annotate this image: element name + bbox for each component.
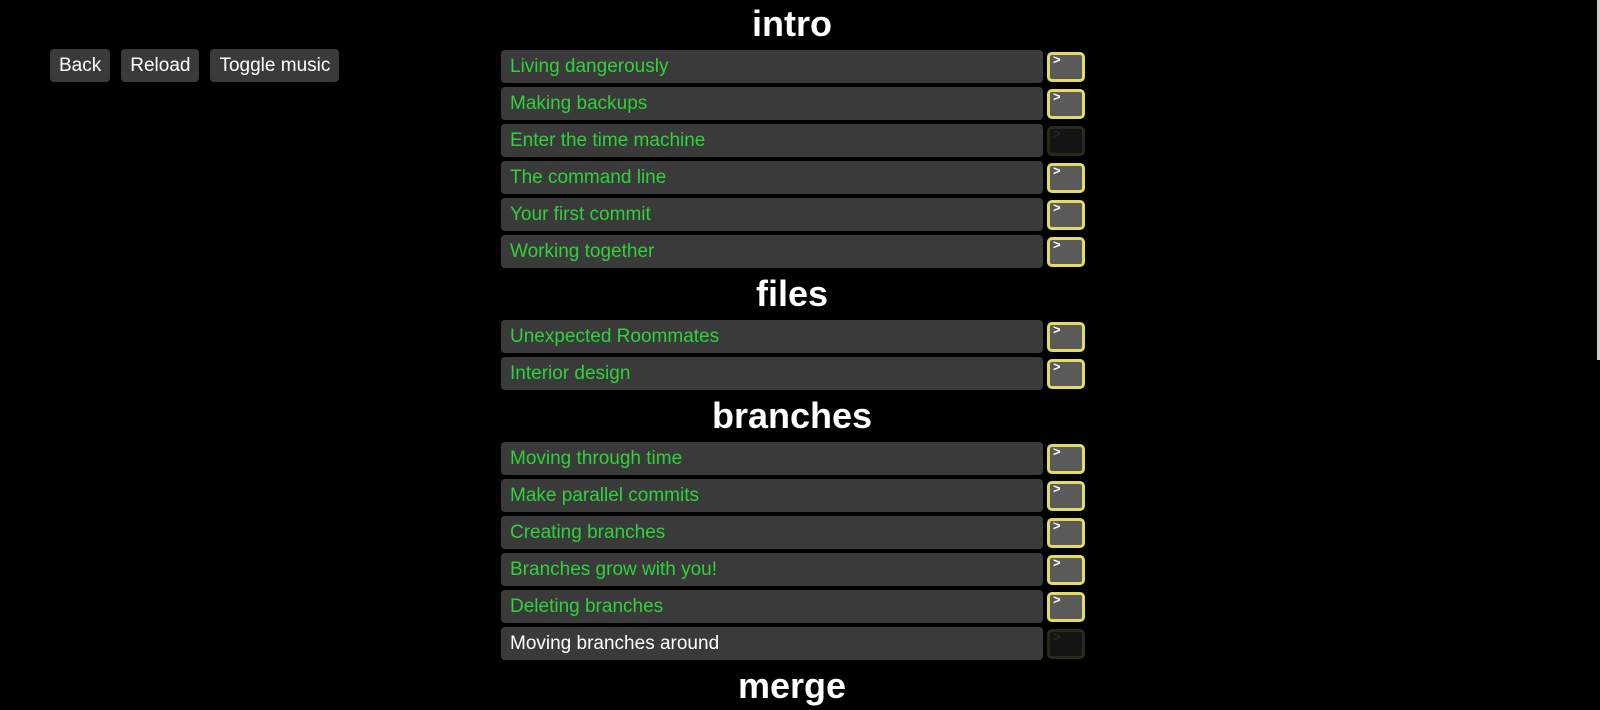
level-row: Moving branches around >: [501, 625, 1095, 662]
prompt-glyph: >: [1053, 162, 1061, 178]
level-row: Living dangerously >: [501, 48, 1095, 85]
back-button[interactable]: Back: [50, 49, 111, 82]
prompt-glyph: >: [1053, 125, 1061, 141]
level-row: Working together >: [501, 233, 1095, 270]
terminal-icon[interactable]: >: [1047, 321, 1085, 352]
level-row: Creating branches >: [501, 514, 1095, 551]
level-list: intro Living dangerously > Making backups > E…: [501, 0, 1095, 710]
level-button[interactable]: Make parallel commits: [501, 479, 1043, 512]
prompt-glyph: >: [1053, 321, 1061, 337]
level-row: Interior design >: [501, 355, 1095, 392]
terminal-icon[interactable]: >: [1047, 162, 1085, 193]
chapter-title-3: merge: [737, 665, 847, 706]
top-toolbar: Back Reload Toggle music: [50, 49, 340, 82]
toggle-music-button[interactable]: Toggle music: [210, 49, 340, 82]
terminal-icon[interactable]: >: [1047, 236, 1085, 267]
level-button[interactable]: Enter the time machine: [501, 124, 1043, 157]
prompt-glyph: >: [1053, 443, 1061, 459]
level-button[interactable]: Working together: [501, 235, 1043, 268]
level-button[interactable]: Creating branches: [501, 516, 1043, 549]
prompt-glyph: >: [1053, 199, 1061, 215]
prompt-glyph: >: [1053, 480, 1061, 496]
level-row: Moving through time >: [501, 440, 1095, 477]
level-row: Your first commit >: [501, 196, 1095, 233]
level-button[interactable]: Moving through time: [501, 442, 1043, 475]
level-row: Unexpected Roommates >: [501, 318, 1095, 355]
level-button[interactable]: Your first commit: [501, 198, 1043, 231]
prompt-glyph: >: [1053, 358, 1061, 374]
terminal-icon[interactable]: >: [1047, 517, 1085, 548]
chapter-title-2: branches: [711, 395, 873, 436]
prompt-glyph: >: [1053, 517, 1061, 533]
level-button[interactable]: Interior design: [501, 357, 1043, 390]
terminal-icon: >: [1047, 628, 1085, 659]
prompt-glyph: >: [1053, 236, 1061, 252]
level-row: Making backups >: [501, 85, 1095, 122]
prompt-glyph: >: [1053, 591, 1061, 607]
prompt-glyph: >: [1053, 554, 1061, 570]
reload-button[interactable]: Reload: [121, 49, 200, 82]
level-button[interactable]: Making backups: [501, 87, 1043, 120]
terminal-icon[interactable]: >: [1047, 443, 1085, 474]
level-button[interactable]: The command line: [501, 161, 1043, 194]
level-button[interactable]: Deleting branches: [501, 590, 1043, 623]
terminal-icon[interactable]: >: [1047, 358, 1085, 389]
prompt-glyph: >: [1053, 51, 1061, 67]
terminal-icon[interactable]: >: [1047, 88, 1085, 119]
level-row: Deleting branches >: [501, 588, 1095, 625]
level-row: Make parallel commits >: [501, 477, 1095, 514]
terminal-icon: >: [1047, 125, 1085, 156]
level-button[interactable]: Unexpected Roommates: [501, 320, 1043, 353]
level-row: The command line >: [501, 159, 1095, 196]
prompt-glyph: >: [1053, 88, 1061, 104]
level-row: Enter the time machine >: [501, 122, 1095, 159]
terminal-icon[interactable]: >: [1047, 51, 1085, 82]
prompt-glyph: >: [1053, 628, 1061, 644]
terminal-icon[interactable]: >: [1047, 554, 1085, 585]
chapter-title-1: files: [755, 273, 829, 314]
level-button[interactable]: Moving branches around: [501, 627, 1043, 660]
terminal-icon[interactable]: >: [1047, 199, 1085, 230]
terminal-icon[interactable]: >: [1047, 480, 1085, 511]
terminal-icon[interactable]: >: [1047, 591, 1085, 622]
level-button[interactable]: Branches grow with you!: [501, 553, 1043, 586]
chapter-title-0: intro: [752, 3, 832, 44]
level-button[interactable]: Living dangerously: [501, 50, 1043, 83]
level-row: Branches grow with you! >: [501, 551, 1095, 588]
